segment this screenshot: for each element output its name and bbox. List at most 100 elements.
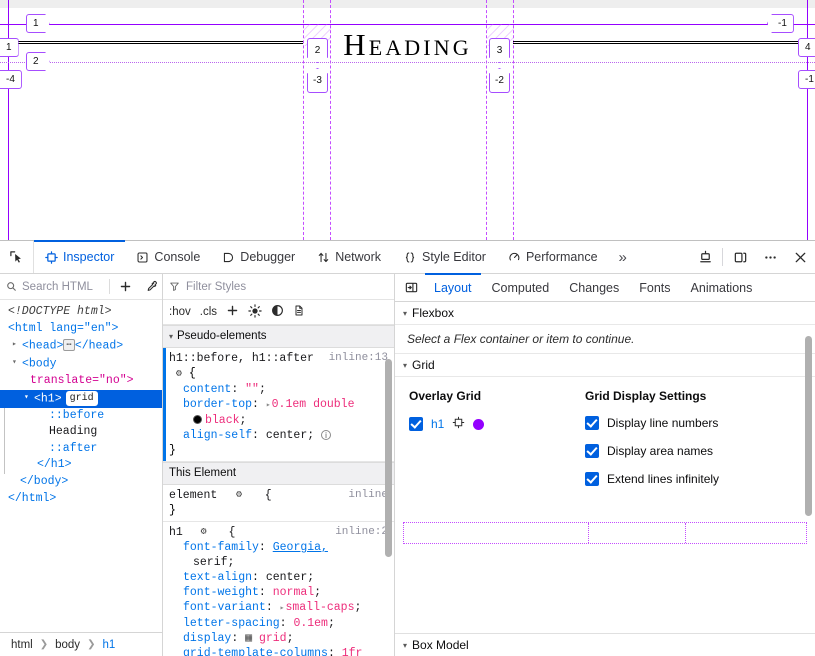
markup-node-html[interactable]: <html lang="en"> <box>0 321 162 338</box>
rule-gear-h1-icon[interactable]: ⚙ <box>201 525 207 540</box>
tab-computed[interactable]: Computed <box>483 274 559 301</box>
rule-gear-element-icon[interactable]: ⚙ <box>236 488 242 503</box>
grid-section-header[interactable]: ▾ Grid <box>395 354 815 377</box>
extend-lines-infinitely-checkbox[interactable] <box>585 472 599 486</box>
filter-styles-input[interactable]: Filter Styles <box>186 281 246 293</box>
markup-node-h1[interactable]: ▾<h1>grid <box>0 390 162 408</box>
tab-overflow-chevron-icon[interactable]: » <box>609 241 637 273</box>
tab-inspector[interactable]: Inspector <box>34 241 125 273</box>
body-twisty-icon[interactable]: ▾ <box>12 355 22 372</box>
rule-selector-element[interactable]: element <box>169 488 217 503</box>
rule-block-element[interactable]: element ⚙ { inline } <box>163 485 394 522</box>
value-grid-template-columns[interactable]: 1fr <box>342 647 363 656</box>
meatball-menu-icon[interactable] <box>755 241 785 273</box>
dark-scheme-icon[interactable] <box>271 304 284 320</box>
value-border-top[interactable]: 0.1em double <box>272 398 355 411</box>
rule-source-h1[interactable]: inline:2 <box>335 525 388 540</box>
element-picker-icon[interactable] <box>0 241 34 273</box>
declaration-font-family-fallback[interactable]: serif; <box>169 555 388 570</box>
value-border-color[interactable]: black <box>205 414 240 427</box>
overlay-grid-checkbox[interactable] <box>409 417 423 431</box>
markup-node-head[interactable]: ▸<head>⋯</head> <box>0 337 162 355</box>
overlay-grid-item-h1[interactable]: h1 <box>409 416 585 432</box>
tab-debugger[interactable]: Debugger <box>211 241 306 273</box>
rule-source-element[interactable]: inline <box>348 488 388 503</box>
tab-network[interactable]: Network <box>306 241 392 273</box>
tab-layout[interactable]: Layout <box>425 274 481 301</box>
rule-source-pseudo[interactable]: inline:13 <box>329 351 388 366</box>
class-panel-button[interactable]: .cls <box>200 306 217 318</box>
pseudo-section-twisty-icon[interactable]: ▾ <box>169 329 173 344</box>
grid-preview-cell[interactable] <box>686 523 806 543</box>
declaration-font-weight[interactable]: font-weight: normal; <box>169 585 388 600</box>
h1-grid-badge[interactable]: grid <box>66 391 98 406</box>
declaration-font-variant[interactable]: font-variant: ▸small-caps; <box>169 600 388 616</box>
eyedropper-icon[interactable] <box>140 280 162 293</box>
rule-selector-pseudo[interactable]: h1::before, h1::after <box>169 351 314 366</box>
value-font-weight[interactable]: normal <box>273 586 314 599</box>
light-scheme-icon[interactable] <box>248 304 262 321</box>
breadcrumb-item-html[interactable]: html <box>8 638 36 652</box>
rules-list[interactable]: ▾ Pseudo-elements h1::before, h1::after … <box>163 325 394 656</box>
responsive-design-mode-icon[interactable] <box>690 241 720 273</box>
dock-panel-icon[interactable] <box>725 241 755 273</box>
border-top-expander-icon[interactable]: ▸ <box>266 401 271 410</box>
box-model-section-header[interactable]: ▾ Box Model <box>395 634 815 656</box>
value-font-variant[interactable]: small-caps <box>285 601 354 614</box>
markup-node-after[interactable]: ::after <box>4 441 162 458</box>
search-html-input[interactable]: Search HTML <box>6 281 105 293</box>
value-content[interactable]: "" <box>245 383 259 396</box>
head-collapsed-ellipsis[interactable]: ⋯ <box>63 339 74 351</box>
setting-display-area-names[interactable]: Display area names <box>585 444 801 458</box>
flexbox-section-header[interactable]: ▾ Flexbox <box>395 302 815 325</box>
this-element-section-header[interactable]: This Element <box>163 462 394 485</box>
close-icon[interactable] <box>785 241 815 273</box>
tab-changes[interactable]: Changes <box>560 274 628 301</box>
declaration-align-self[interactable]: align-self: center; i <box>169 428 388 443</box>
tab-animations[interactable]: Animations <box>682 274 762 301</box>
rule-gear-icon[interactable]: ⚙ <box>176 369 182 380</box>
setting-extend-lines-infinitely[interactable]: Extend lines infinitely <box>585 472 801 486</box>
value-display[interactable]: grid <box>259 632 287 645</box>
declaration-letter-spacing[interactable]: letter-spacing: 0.1em; <box>169 616 388 631</box>
grid-outline-toggle-icon[interactable] <box>452 416 465 432</box>
pseudo-elements-section-header[interactable]: ▾ Pseudo-elements <box>163 325 394 348</box>
h1-twisty-icon[interactable]: ▾ <box>24 390 34 407</box>
declaration-text-align[interactable]: text-align: center; <box>169 570 388 585</box>
markup-tree[interactable]: <!DOCTYPE html> <html lang="en"> ▸<head>… <box>0 300 162 632</box>
grid-preview-cell[interactable] <box>404 523 589 543</box>
declaration-border-top[interactable]: border-top: ▸0.1em double <box>169 397 388 413</box>
expand-sidebar-icon[interactable] <box>399 275 423 301</box>
value-font-family[interactable]: Georgia, <box>273 541 328 554</box>
grid-toggle-icon[interactable]: ▦ <box>245 632 252 645</box>
rule-block-h1[interactable]: h1 ⚙ { inline:2 font-family: Georgia, se… <box>163 522 394 656</box>
declaration-border-color[interactable]: black; <box>169 413 388 428</box>
value-letter-spacing[interactable]: 0.1em <box>293 617 328 630</box>
display-area-names-checkbox[interactable] <box>585 444 599 458</box>
color-swatch-black[interactable] <box>193 415 202 424</box>
hover-state-button[interactable]: :hov <box>169 306 191 318</box>
tab-fonts[interactable]: Fonts <box>630 274 679 301</box>
markup-node-text[interactable]: Heading <box>4 424 162 441</box>
font-variant-expander-icon[interactable]: ▸ <box>280 604 285 613</box>
declaration-grid-template-columns[interactable]: grid-template-columns: 1fr <box>169 646 388 656</box>
markup-node-doctype[interactable]: <!DOCTYPE html> <box>0 304 162 321</box>
print-media-icon[interactable] <box>293 304 305 320</box>
value-font-family-fallback[interactable]: serif <box>193 556 228 569</box>
tab-style-editor[interactable]: Style Editor <box>392 241 497 273</box>
layout-scrollbar[interactable] <box>805 336 812 516</box>
declaration-display[interactable]: display: ▦ grid; <box>169 631 388 646</box>
markup-node-body[interactable]: ▾<body <box>0 355 162 373</box>
setting-display-line-numbers[interactable]: Display line numbers <box>585 416 801 430</box>
declaration-content[interactable]: content: ""; <box>169 382 388 397</box>
breadcrumb-item-body[interactable]: body <box>52 638 83 652</box>
declaration-font-family[interactable]: font-family: Georgia, <box>169 540 388 555</box>
tab-console[interactable]: Console <box>125 241 211 273</box>
tab-performance[interactable]: Performance <box>497 241 609 273</box>
align-self-info-icon[interactable]: i <box>321 430 331 440</box>
add-node-icon[interactable] <box>114 280 136 293</box>
grid-twisty-icon[interactable]: ▾ <box>403 361 407 370</box>
value-text-align[interactable]: center <box>266 571 307 584</box>
rules-scrollbar[interactable] <box>385 359 392 557</box>
rule-block-pseudo[interactable]: h1::before, h1::after inline:13 ⚙ { cont… <box>163 348 394 462</box>
